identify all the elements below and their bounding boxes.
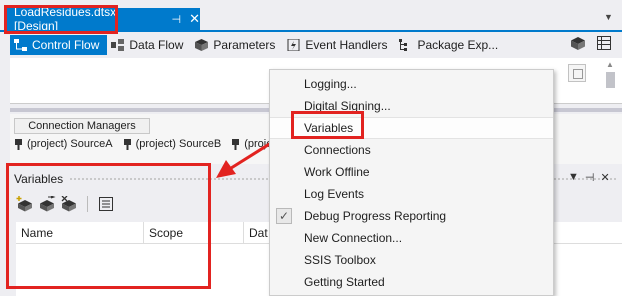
pin-icon[interactable]: ⊣	[585, 171, 595, 184]
fit-to-window-button[interactable]	[568, 64, 586, 82]
menu-item-new-connection[interactable]: New Connection...	[270, 227, 553, 249]
tab-label: Parameters	[213, 38, 276, 52]
connection-manager-label: (project) SourceA	[27, 138, 113, 150]
tab-control-flow[interactable]: Control Flow	[10, 35, 108, 55]
tab-event-handlers[interactable]: Event Handlers	[283, 35, 395, 55]
close-icon[interactable]: ✕	[189, 11, 200, 27]
menu-item-debug-progress-reporting[interactable]: ✓ Debug Progress Reporting	[270, 205, 553, 227]
menu-item-getting-started[interactable]: Getting Started	[270, 271, 553, 293]
menu-item-label: SSIS Toolbox	[304, 253, 376, 267]
menu-item-label: New Connection...	[304, 231, 403, 245]
plug-icon	[15, 138, 22, 150]
tab-label: Data Flow	[129, 38, 184, 52]
connection-managers-header: Connection Managers	[14, 118, 150, 134]
menu-item-connections[interactable]: Connections	[270, 139, 553, 161]
menu-item-label: Connections	[304, 143, 371, 157]
menu-item-label: Work Offline	[304, 165, 370, 179]
tab-label: Control Flow	[32, 38, 100, 52]
tab-data-flow[interactable]: Data Flow	[107, 35, 191, 55]
zoom-icon[interactable]	[571, 37, 585, 50]
tab-package-explorer[interactable]: Package Exp...	[395, 35, 506, 55]
connection-manager-item[interactable]: (project) SourceA	[14, 138, 113, 150]
control-flow-icon	[14, 39, 27, 51]
tab-label: Package Exp...	[417, 38, 499, 52]
menu-item-log-events[interactable]: Log Events	[270, 183, 553, 205]
pin-icon[interactable]: ⊣	[172, 13, 182, 26]
menu-item-label: Logging...	[304, 77, 357, 91]
parameters-icon	[195, 39, 209, 51]
menu-item-ssis-toolbox[interactable]: SSIS Toolbox	[270, 249, 553, 271]
tab-dropdown-icon[interactable]: ▼	[604, 12, 613, 22]
context-menu: Logging... Digital Signing... Variables …	[269, 69, 554, 296]
tab-label: Event Handlers	[305, 38, 388, 52]
annotation-box-document-tab	[4, 5, 118, 34]
menu-item-logging[interactable]: Logging...	[270, 73, 553, 95]
menu-item-label: Debug Progress Reporting	[304, 209, 447, 223]
tab-parameters[interactable]: Parameters	[191, 35, 283, 55]
package-explorer-icon	[399, 39, 408, 51]
plug-icon	[123, 138, 131, 150]
checkmark-icon: ✓	[276, 208, 292, 224]
panel-buttons: ▼ ⊣ ✕	[568, 171, 610, 184]
data-flow-icon	[111, 39, 125, 51]
close-icon[interactable]: ✕	[600, 171, 609, 184]
annotation-box-variables-menu-item	[291, 111, 364, 139]
menu-item-label: Getting Started	[304, 275, 385, 289]
designer-tab-bar: Control Flow Data Flow Parameters Event …	[10, 34, 622, 56]
scrollbar-thumb[interactable]	[606, 72, 615, 88]
panel-dropdown-icon[interactable]: ▼	[568, 171, 579, 184]
menu-item-work-offline[interactable]: Work Offline	[270, 161, 553, 183]
grid-icon[interactable]	[597, 36, 611, 50]
event-handlers-icon	[287, 39, 300, 51]
scroll-up-icon[interactable]: ▲	[606, 60, 614, 69]
menu-item-label: Log Events	[304, 187, 365, 201]
annotation-box-variables-panel	[6, 163, 211, 289]
